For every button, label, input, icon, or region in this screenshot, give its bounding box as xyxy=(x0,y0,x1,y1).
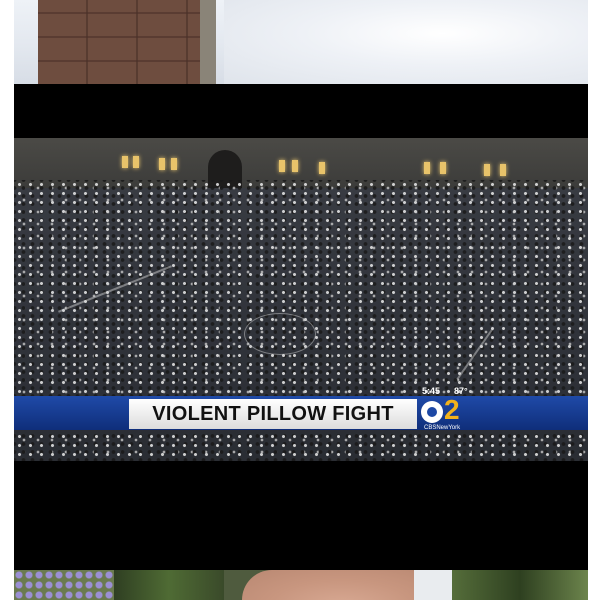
stone-pillar-image xyxy=(38,0,200,84)
lit-window xyxy=(424,162,430,174)
snow-drift-image xyxy=(224,0,588,84)
left-gutter xyxy=(0,0,14,600)
chyron-time: 5:45 xyxy=(422,386,441,396)
lit-window xyxy=(319,162,325,174)
pillar-edge xyxy=(200,0,216,84)
lit-window xyxy=(279,160,285,172)
court-circle xyxy=(244,313,316,355)
person-face-image xyxy=(242,570,442,600)
white-hair-image xyxy=(414,570,452,600)
portrait-photo-card[interactable] xyxy=(14,570,588,600)
cbs2-logo: 2 CBSNewYork xyxy=(421,394,475,431)
cbs-eye-icon xyxy=(421,401,443,423)
purple-flowers-image xyxy=(14,570,114,600)
lit-window xyxy=(292,160,298,172)
channel-number: 2 xyxy=(444,394,460,425)
foliage-image xyxy=(452,570,588,600)
chyron-headline: VIOLENT PILLOW FIGHT xyxy=(129,399,417,429)
channel-subtext: CBSNewYork xyxy=(424,425,461,431)
media-feed[interactable]: VIOLENT PILLOW FIGHT 5:45 87° 2 CBSNewYo… xyxy=(14,0,588,600)
lit-window xyxy=(122,156,128,168)
lit-window xyxy=(171,158,177,170)
foliage-image xyxy=(114,570,224,600)
lit-window xyxy=(133,156,139,168)
lit-window xyxy=(484,164,490,176)
news-video-player[interactable]: VIOLENT PILLOW FIGHT 5:45 87° 2 CBSNewYo… xyxy=(14,138,588,461)
right-gutter xyxy=(588,0,600,600)
lit-window xyxy=(440,162,446,174)
snow-photo-card[interactable] xyxy=(14,0,588,84)
lit-window xyxy=(500,164,506,176)
lit-window xyxy=(159,158,165,170)
